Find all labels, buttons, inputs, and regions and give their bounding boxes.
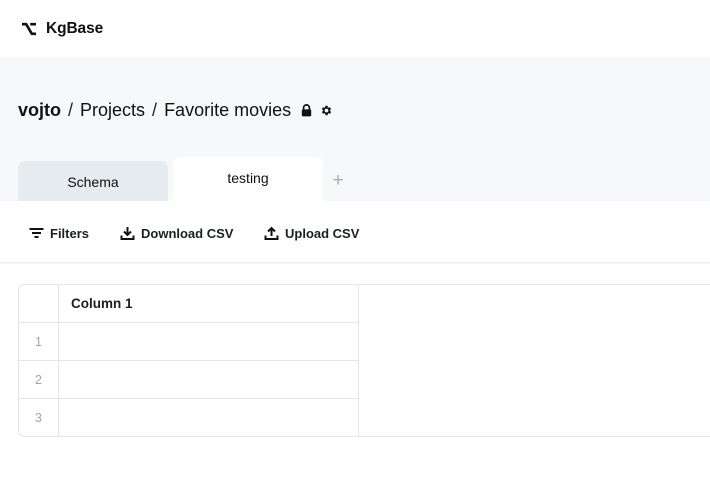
table-cell[interactable]	[59, 399, 359, 436]
breadcrumb-projects-link[interactable]: Projects	[80, 100, 145, 121]
grid-header-row: Column 1	[19, 285, 710, 323]
row-number: 3	[19, 399, 59, 436]
upload-csv-button[interactable]: Upload CSV	[264, 224, 359, 242]
table-row: 2	[19, 361, 359, 399]
filter-icon	[29, 227, 44, 239]
download-csv-button[interactable]: Download CSV	[120, 224, 233, 242]
app-name: KgBase	[46, 20, 104, 37]
table-row: 1	[19, 323, 359, 361]
filters-button[interactable]: Filters	[29, 224, 89, 242]
breadcrumb-project-title: Favorite movies	[164, 99, 292, 120]
breadcrumb-separator: /	[68, 99, 74, 120]
breadcrumb: vojto / Projects / Favorite movies	[18, 98, 333, 122]
data-grid: Column 1 1 2 3	[18, 284, 710, 437]
filters-label: Filters	[50, 225, 90, 241]
kgbase-logo-icon	[21, 22, 37, 36]
column-header[interactable]: Column 1	[59, 285, 359, 323]
tab-testing[interactable]: testing	[173, 157, 323, 201]
top-navigation-bar: KgBase	[0, 0, 710, 57]
upload-csv-label: Upload CSV	[285, 225, 360, 241]
add-tab-button[interactable]: +	[328, 170, 348, 192]
app-logo[interactable]: KgBase	[21, 19, 103, 39]
grid-corner-cell[interactable]	[19, 285, 59, 323]
table-area: Column 1 1 2 3	[0, 264, 710, 501]
table-toolbar: Filters Download CSV Upload CSV	[0, 201, 710, 263]
breadcrumb-owner-link[interactable]: vojto	[18, 100, 61, 121]
tab-schema[interactable]: Schema	[18, 161, 168, 201]
upload-icon	[264, 226, 279, 241]
lock-icon	[301, 103, 312, 117]
download-icon	[120, 226, 135, 241]
row-number: 1	[19, 323, 59, 361]
table-cell[interactable]	[59, 361, 359, 399]
row-number: 2	[19, 361, 59, 399]
breadcrumb-separator: /	[152, 99, 158, 120]
download-csv-label: Download CSV	[141, 225, 234, 241]
table-row: 3	[19, 399, 359, 436]
table-cell[interactable]	[59, 323, 359, 361]
gear-icon[interactable]	[320, 104, 333, 117]
